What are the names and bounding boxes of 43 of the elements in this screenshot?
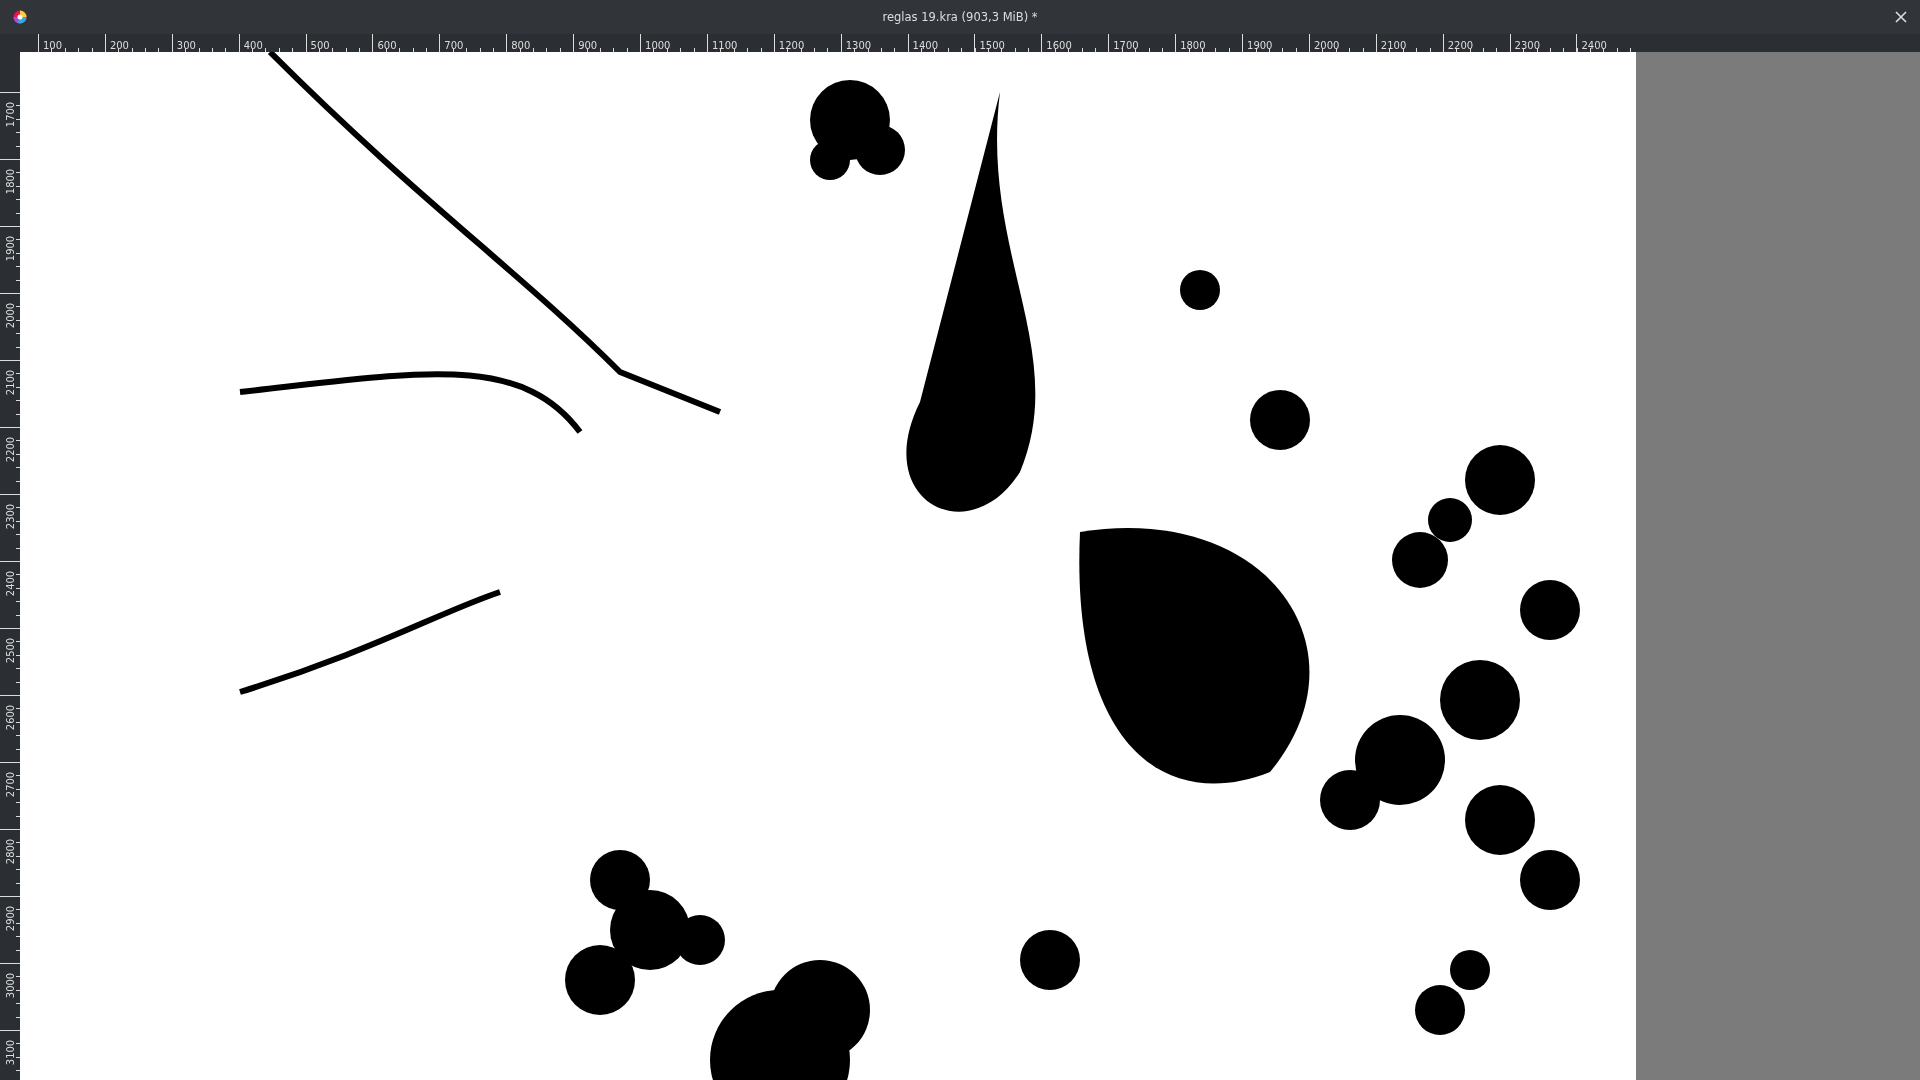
ruler-label: 1100 <box>711 40 738 51</box>
ruler-label: 2900 <box>4 904 16 934</box>
ruler-label: 1600 <box>1046 40 1072 51</box>
ruler-label: 1700 <box>1113 40 1139 51</box>
app-logo-icon <box>13 10 27 24</box>
ruler-label: 1200 <box>778 40 805 51</box>
ruler-label: 300 <box>176 40 196 51</box>
window-title: reglas 19.kra (903,3 MiB) * <box>882 10 1038 24</box>
ruler-label: 2800 <box>4 837 16 867</box>
ruler-label: 100 <box>43 40 63 51</box>
ruler-label: 2000 <box>1313 40 1340 51</box>
canvas[interactable] <box>20 52 1636 1080</box>
ruler-label: 2100 <box>4 368 16 398</box>
ruler-label: 2500 <box>4 636 16 666</box>
ruler-label: 1900 <box>1247 40 1273 51</box>
ruler-label: 1000 <box>645 40 671 51</box>
ruler-label: 200 <box>109 40 129 51</box>
ruler-label: 2400 <box>1581 40 1607 51</box>
ruler-label: 1500 <box>979 40 1005 51</box>
ruler-label: 3000 <box>4 971 16 1001</box>
close-icon <box>1895 11 1907 23</box>
ruler-label: 1800 <box>4 167 16 197</box>
ruler-label: 1900 <box>4 234 16 264</box>
ruler-label: 400 <box>243 40 263 51</box>
ruler-label: 900 <box>578 40 598 51</box>
ruler-label: 600 <box>377 40 397 51</box>
ruler-label: 2200 <box>4 435 16 465</box>
ruler-label: 1400 <box>912 40 939 51</box>
ruler-label: 2000 <box>4 301 16 331</box>
ruler-label: 500 <box>310 40 330 51</box>
ruler-label: 1300 <box>845 40 872 51</box>
ruler-label: 2700 <box>4 770 16 800</box>
ruler-label: 1700 <box>4 100 16 130</box>
ruler-label: 2300 <box>1514 40 1541 51</box>
ruler-label: 3100 <box>4 1038 16 1068</box>
ruler-label: 2600 <box>4 703 16 733</box>
ruler-label: 2400 <box>4 569 16 599</box>
ruler-label: 2300 <box>4 502 16 532</box>
ruler-label: 2200 <box>1447 40 1474 51</box>
ruler-label: 700 <box>444 40 464 51</box>
ruler-label: 1800 <box>1180 40 1206 51</box>
ruler-label: 2100 <box>1380 40 1407 51</box>
ruler-label: 800 <box>511 40 531 51</box>
